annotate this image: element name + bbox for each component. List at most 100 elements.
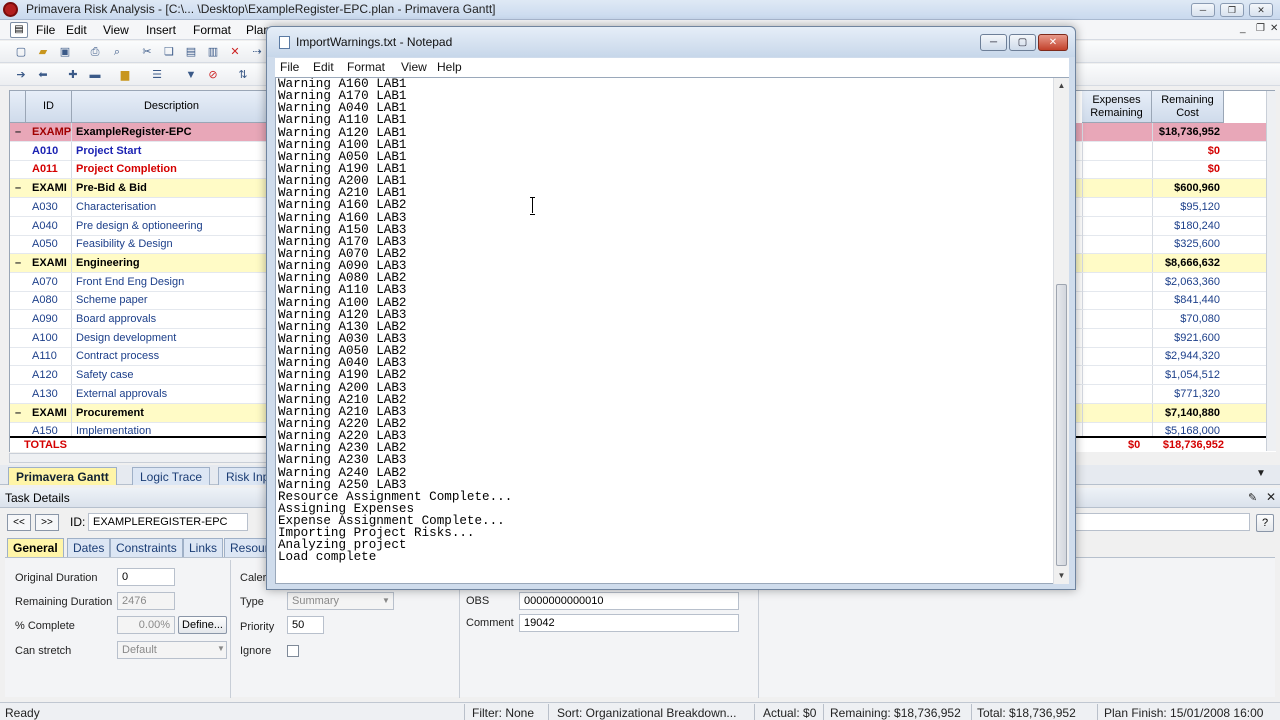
row-description: Board approvals xyxy=(76,313,157,325)
tab-general[interactable]: General xyxy=(7,538,64,557)
notepad-edit-area[interactable]: Warning A160 LAB1 Warning A170 LAB1 Warnin… xyxy=(275,77,1069,584)
id-column-header[interactable]: ID xyxy=(26,91,72,123)
mdi-close-icon[interactable]: ✕ xyxy=(1270,23,1278,34)
cut-icon[interactable]: ✂ xyxy=(140,45,154,59)
notepad-maximize-button[interactable]: ▢ xyxy=(1009,34,1036,51)
notepad-menu-file[interactable]: File xyxy=(280,60,299,74)
collapse-icon[interactable]: ▬ xyxy=(88,68,102,82)
notepad-menu-view[interactable]: View xyxy=(401,60,427,74)
mdi-restore-icon[interactable]: ❐ xyxy=(1256,23,1265,34)
scroll-down-icon[interactable]: ▼ xyxy=(1054,568,1069,583)
notepad-line: Load complete xyxy=(278,550,377,565)
comment-field[interactable]: 19042 xyxy=(519,614,739,632)
row-description: Design development xyxy=(76,331,177,344)
mdi-minimize-icon[interactable]: _ xyxy=(1240,23,1246,34)
row-expenses-remaining xyxy=(1082,366,1152,385)
remaining-duration-field: 2476 xyxy=(117,592,175,610)
row-id: EXAMI xyxy=(26,253,72,272)
ignore-checkbox[interactable] xyxy=(287,645,299,657)
task-description-field[interactable] xyxy=(1075,513,1250,531)
save-icon[interactable]: ▣ xyxy=(58,45,72,59)
open-icon[interactable]: ▰ xyxy=(36,45,50,59)
link-icon[interactable]: ⇢ xyxy=(250,45,264,59)
previous-task-button[interactable]: << xyxy=(7,514,31,531)
row-expenses-remaining xyxy=(1082,384,1152,403)
menu-format[interactable]: Format xyxy=(193,23,231,37)
menu-view[interactable]: View xyxy=(103,23,129,37)
restore-button[interactable]: ❐ xyxy=(1220,3,1244,17)
filter-icon[interactable]: ▼ xyxy=(184,68,198,82)
row-expenses-remaining xyxy=(1082,328,1152,347)
text-cursor-icon xyxy=(530,197,536,215)
notepad-minimize-button[interactable]: ─ xyxy=(980,34,1007,51)
menu-file[interactable]: File xyxy=(36,23,55,37)
remaining-cost-column-header[interactable]: Remaining Cost xyxy=(1152,91,1224,123)
row-expenses-remaining xyxy=(1082,197,1152,216)
tab-overflow-icon[interactable]: ▼ xyxy=(1256,468,1266,479)
priority-field[interactable]: 50 xyxy=(287,616,324,634)
obs-field[interactable]: 0000000000010 xyxy=(519,592,739,610)
copy-icon[interactable]: ❏ xyxy=(162,45,176,59)
chevron-down-icon[interactable]: ▼ xyxy=(217,644,225,653)
panel-close-icon[interactable]: ✕ xyxy=(1266,490,1276,504)
paste-icon[interactable]: ▤ xyxy=(184,45,198,59)
task-id-field[interactable]: EXAMPLEREGISTER-EPC xyxy=(88,513,248,531)
scroll-up-icon[interactable]: ▲ xyxy=(1054,78,1069,93)
highlight-icon[interactable]: ▆ xyxy=(118,68,132,82)
row-remaining-cost: $18,736,952 xyxy=(1152,123,1224,141)
menu-insert[interactable]: Insert xyxy=(146,23,176,37)
tab-constraints[interactable]: Constraints xyxy=(110,538,183,557)
expand-icon[interactable]: ✚ xyxy=(66,68,80,82)
notepad-menu-format[interactable]: Format xyxy=(347,60,385,74)
menu-edit[interactable]: Edit xyxy=(66,23,87,37)
document-menu-icon[interactable]: ▤ xyxy=(10,22,28,38)
print-icon[interactable]: ⎙ xyxy=(88,45,102,59)
notepad-menubar: File Edit Format View Help xyxy=(275,58,1069,77)
tab-dates[interactable]: Dates xyxy=(67,538,111,557)
sort-icon[interactable]: ⇅ xyxy=(236,68,250,82)
can-stretch-label: Can stretch xyxy=(15,645,72,657)
description-column-header[interactable]: Description xyxy=(72,91,272,123)
notepad-scroll-thumb[interactable] xyxy=(1056,284,1067,566)
close-button[interactable]: ✕ xyxy=(1249,3,1273,17)
can-stretch-select[interactable]: Default xyxy=(117,641,227,659)
notepad-line: Analyzing project xyxy=(278,538,407,553)
tab-primavera-gantt[interactable]: Primavera Gantt xyxy=(8,467,117,485)
minimize-button[interactable]: ─ xyxy=(1191,3,1215,17)
app-title: Primavera Risk Analysis - [C:\... \Deskt… xyxy=(26,2,496,16)
print-preview-icon[interactable]: ⌕ xyxy=(110,45,124,59)
next-task-button[interactable]: >> xyxy=(35,514,59,531)
notepad-text[interactable]: Warning A160 LAB1 Warning A170 LAB1 Warnin… xyxy=(277,78,1053,584)
notepad-menu-edit[interactable]: Edit xyxy=(313,60,334,74)
paste-special-icon[interactable]: ▥ xyxy=(206,45,220,59)
outdent-icon[interactable]: ⬅ xyxy=(36,68,50,82)
notepad-line: Warning A200 LAB3 xyxy=(278,380,407,395)
row-remaining-cost: $771,320 xyxy=(1152,384,1224,403)
tab-logic-trace[interactable]: Logic Trace xyxy=(132,467,211,485)
delete-icon[interactable]: ✕ xyxy=(228,45,242,59)
clear-filter-icon[interactable]: ⊘ xyxy=(206,68,220,82)
new-icon[interactable]: ▢ xyxy=(14,45,28,59)
grid-vertical-scrollbar[interactable] xyxy=(1266,91,1276,451)
notepad-menu-help[interactable]: Help xyxy=(437,60,462,74)
notepad-vertical-scrollbar[interactable]: ▲ ▼ xyxy=(1053,78,1069,584)
row-remaining-cost: $841,440 xyxy=(1152,291,1224,310)
expenses-remaining-column-header[interactable]: Expenses Remaining xyxy=(1082,91,1152,123)
group-icon[interactable]: ☰ xyxy=(150,68,164,82)
original-duration-field[interactable]: 0 xyxy=(117,568,175,586)
tab-links[interactable]: Links xyxy=(183,538,224,557)
define-button[interactable]: Define... xyxy=(178,616,227,634)
notepad-close-button[interactable]: ✕ xyxy=(1038,34,1068,51)
pin-icon[interactable]: ✎ xyxy=(1248,491,1257,504)
chevron-down-icon[interactable]: ▼ xyxy=(382,596,390,605)
notepad-titlebar[interactable]: ImportWarnings.txt - Notepad ─ ▢ ✕ xyxy=(267,27,1075,57)
row-expenses-remaining xyxy=(1082,403,1152,422)
row-remaining-cost: $95,120 xyxy=(1152,197,1224,216)
row-expander xyxy=(10,217,26,235)
notepad-line: Warning A190 LAB2 xyxy=(278,368,407,383)
help-button[interactable]: ? xyxy=(1256,514,1274,532)
indent-icon[interactable]: ➔ xyxy=(14,68,28,82)
type-select[interactable]: Summary xyxy=(287,592,394,610)
grid-horizontal-scrollbar[interactable] xyxy=(9,453,275,463)
row-id: EXAMPI xyxy=(26,123,72,141)
